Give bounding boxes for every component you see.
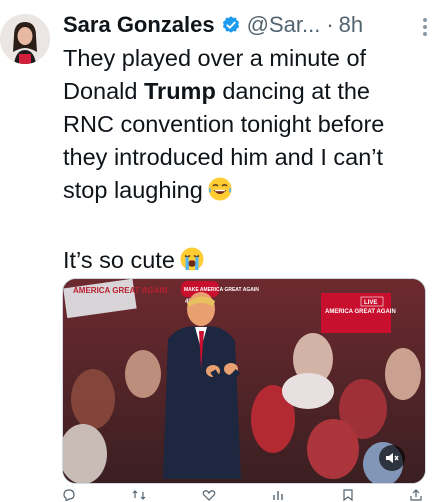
sign-text-left: AMERICA GREAT AGAIN (73, 286, 168, 295)
tweet-line: They played over a minute of (63, 45, 367, 71)
text-segment: stop laughing (63, 177, 203, 203)
text-segment: It’s so cute (63, 247, 175, 273)
tweet-header: Sara Gonzales @Sar... · 8h (63, 10, 429, 40)
bold-keyword: Trump (144, 78, 216, 104)
tweet-line: stop laughing (63, 174, 433, 211)
sign-text-right: AMERICA GREAT AGAIN (325, 309, 396, 315)
tweet-line: RNC convention tonight before (63, 111, 385, 137)
loudly-crying-emoji (179, 246, 205, 281)
tweet-text: They played over a minute of Donald Trum… (63, 42, 433, 281)
speaker-muted-icon[interactable] (379, 445, 405, 471)
tears-of-joy-emoji (207, 176, 233, 211)
text-segment: Donald (63, 78, 144, 104)
author-avatar[interactable] (0, 14, 50, 64)
text-segment: dancing at the (215, 78, 370, 104)
more-options-icon[interactable] (423, 18, 427, 36)
tweet-line: Donald Trump dancing at the (63, 75, 433, 108)
verified-badge-icon (221, 15, 241, 35)
author-name[interactable]: Sara Gonzales (63, 10, 215, 40)
separator-dot: · (326, 12, 334, 37)
tweet-timestamp[interactable]: 8h (339, 10, 363, 40)
author-handle[interactable]: @Sar... (247, 10, 321, 40)
live-badge: LIVE (364, 300, 377, 306)
hat-text: MAKE AMERICA GREAT AGAIN (184, 287, 259, 293)
tweet-line: It’s so cute (63, 244, 433, 281)
tweet-line: they introduced him and I can’t (63, 144, 384, 170)
video-player[interactable]: AMERICA GREAT AGAIN AMERICA GREAT AGAIN … (62, 278, 426, 484)
